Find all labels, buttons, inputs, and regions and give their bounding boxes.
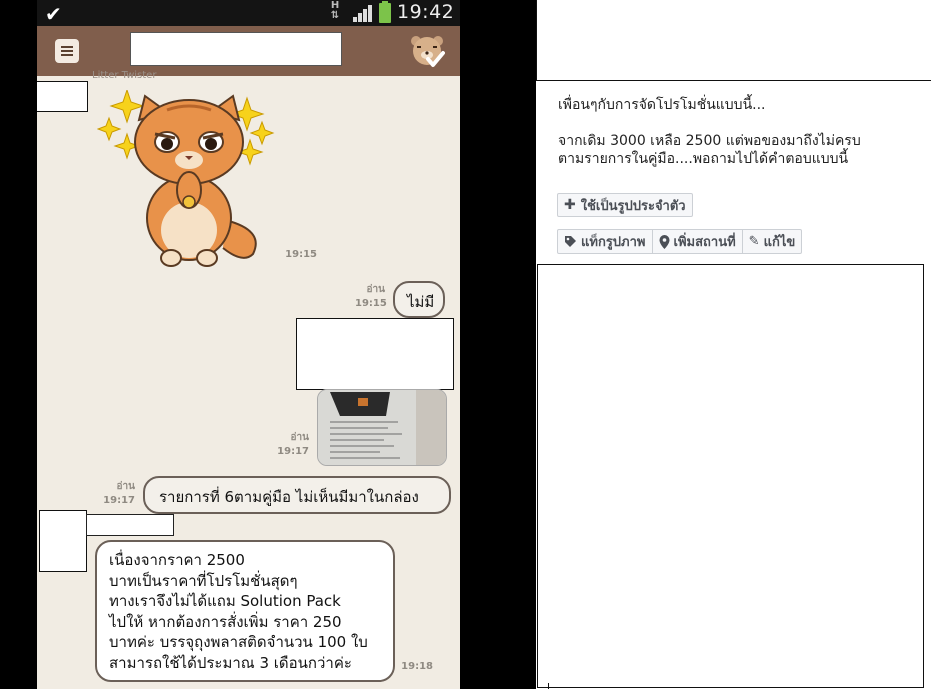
message-bubble-outgoing[interactable]: ไม่มี	[393, 281, 445, 318]
redacted-box	[296, 318, 454, 390]
screenshot-root: ✔ H ⇅ 19:42 Litter Twister 19:15 อ่าน 19…	[0, 0, 931, 689]
message-time: 19:15	[285, 249, 317, 260]
status-bar: ✔ H ⇅ 19:42	[37, 0, 460, 26]
message-text: ไม่มี	[407, 293, 435, 311]
add-location-button[interactable]: เพิ่มสถานที่	[653, 230, 743, 253]
message-time: 19:17	[103, 495, 135, 506]
message-bubble-incoming[interactable]: เนื่องจากราคา 2500 บาทเป็นราคาที่โปรโมชั…	[95, 540, 395, 682]
photo-caption: เพื่อนๆกับการจัดโปรโมชั่นแบบนี้... จากเด…	[558, 96, 918, 168]
phone-left-bezel	[0, 0, 37, 689]
clock: 19:42	[397, 1, 455, 23]
manual-photo-image	[318, 390, 446, 465]
message-status: อ่าน 19:15	[355, 283, 387, 311]
redacted-box	[537, 264, 924, 688]
bear-friend-icon[interactable]	[409, 34, 445, 68]
caption-line: เพื่อนๆกับการจัดโปรโมชั่นแบบนี้...	[558, 97, 766, 113]
chat-title-redacted	[130, 32, 342, 66]
avatar-redacted	[37, 81, 88, 112]
pencil-icon: ✎	[748, 234, 760, 249]
read-receipt: อ่าน	[116, 481, 135, 492]
data-arrows-icon: ⇅	[330, 10, 340, 21]
message-status: อ่าน 19:17	[99, 480, 135, 508]
menu-icon[interactable]	[55, 39, 79, 63]
message-status: อ่าน 19:17	[275, 431, 309, 459]
sender-name: Litter Twister	[92, 70, 157, 81]
button-label: แท็กรูปภาพ	[581, 235, 646, 250]
photo-actions-group: แท็กรูปภาพ เพิ่มสถานที่ ✎ แก้ไข	[557, 229, 803, 254]
phone-screen: ✔ H ⇅ 19:42 Litter Twister 19:15 อ่าน 19…	[37, 0, 460, 689]
button-label: แก้ไข	[763, 235, 796, 250]
tag-icon	[565, 236, 576, 247]
redacted-box	[536, 0, 931, 81]
phone-right-bezel	[460, 0, 536, 689]
message-line: บาทค่ะ บรรจุถุงพลาสติดจำนวน 100 ใบ	[109, 633, 368, 651]
tag-photo-button[interactable]: แท็กรูปภาพ	[558, 230, 653, 253]
read-receipt: อ่าน	[290, 432, 309, 443]
message-bubble-outgoing[interactable]: รายการที่ 6ตามคู่มือ ไม่เห็นมีมาในกล่อง	[143, 476, 451, 514]
chat-header	[37, 26, 460, 76]
message-line: สามารถใช้ได้ประมาณ 3 เดือนกว่าค่ะ	[109, 653, 352, 672]
message-time: 19:15	[355, 298, 387, 309]
edit-button[interactable]: ✎ แก้ไข	[743, 230, 802, 253]
button-label: ใช้เป็นรูปประจำตัว	[580, 198, 686, 214]
photo-message[interactable]	[317, 389, 447, 466]
plus-icon: ✚	[564, 197, 576, 213]
make-profile-picture-button[interactable]: ✚ ใช้เป็นรูปประจำตัว	[557, 193, 693, 217]
network-type-indicator: H ⇅	[329, 1, 341, 21]
message-time: 19:18	[401, 661, 433, 672]
message-text: รายการที่ 6ตามคู่มือ ไม่เห็นมีมาในกล่อง	[159, 488, 419, 506]
chat-area[interactable]: Litter Twister 19:15 อ่าน 19:15 ไม่มี อ่…	[37, 70, 460, 689]
signal-icon	[353, 5, 375, 22]
message-line: บาทเป็นราคาที่โปรโมชั่นสุดๆ	[109, 571, 298, 590]
battery-icon	[379, 1, 391, 23]
check-icon: ✔	[45, 2, 62, 26]
button-label: เพิ่มสถานที่	[673, 235, 736, 250]
location-pin-icon	[659, 234, 669, 249]
avatar-redacted	[39, 510, 87, 572]
read-receipt: อ่าน	[366, 284, 385, 295]
divider	[548, 683, 549, 689]
caption-line: จากเดิม 3000 เหลือ 2500 แต่พอของมาถึงไม่…	[558, 133, 861, 149]
caption-line: ตามรายการในคู่มือ....พอถามไปได้คำตอบแบบน…	[558, 151, 849, 167]
message-line: ทางเราจึงไม่ได้แถม Solution Pack	[109, 592, 341, 610]
sender-name-redacted	[86, 514, 174, 536]
message-line: ไปให้ หากต้องการสั่งเพิ่ม ราคา 250	[109, 612, 342, 631]
message-time: 19:17	[277, 446, 309, 457]
cat-sticker	[97, 90, 275, 267]
message-line: เนื่องจากราคา 2500	[109, 551, 245, 569]
